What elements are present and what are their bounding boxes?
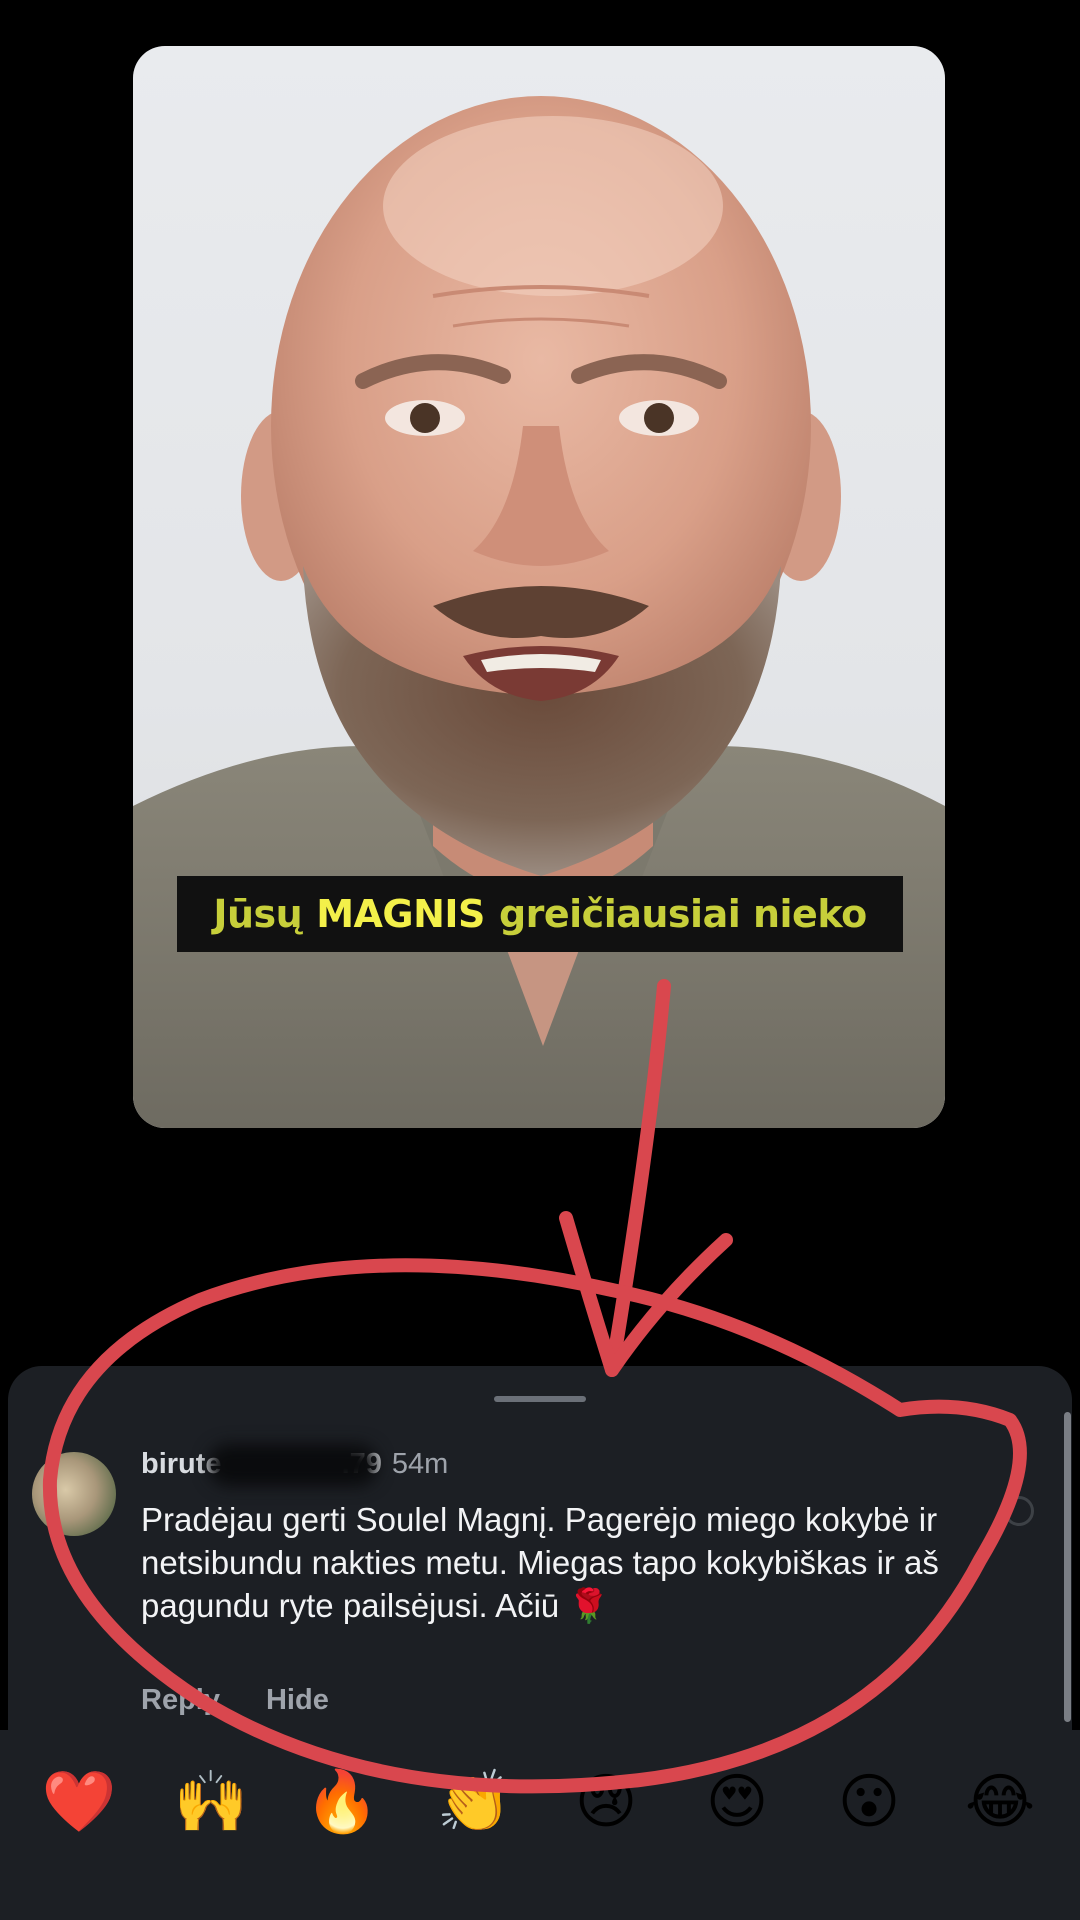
heart-eyes-reaction-icon[interactable]: 😍 — [697, 1762, 777, 1842]
hide-button[interactable]: Hide — [266, 1684, 329, 1717]
laughing-reaction-icon[interactable]: 😂 — [960, 1762, 1040, 1842]
reply-button[interactable]: Reply — [141, 1684, 220, 1717]
raised-hands-reaction-icon[interactable]: 🙌 — [171, 1762, 251, 1842]
crying-reaction-icon[interactable]: 😢 — [566, 1762, 646, 1842]
comments-scrollbar[interactable] — [1064, 1412, 1071, 1722]
clap-reaction-icon[interactable]: 👏 — [434, 1762, 514, 1842]
surprised-reaction-icon[interactable]: 😮 — [829, 1762, 909, 1842]
comment-actions: Reply Hide — [141, 1684, 329, 1717]
redaction-blur — [208, 1444, 378, 1486]
video-frame — [133, 96, 945, 1128]
avatar[interactable] — [32, 1452, 116, 1536]
screen: Jūsų MAGNIS greičiausiai nieko birute.79… — [0, 0, 1080, 1920]
quick-reactions-bar — [0, 1730, 1080, 1920]
comment-body: Pradėjau gerti Soulel Magnį. Pagerėjo mi… — [141, 1501, 939, 1624]
video-player[interactable]: Jūsų MAGNIS greičiausiai nieko — [133, 46, 945, 1128]
arrowhead — [559, 1211, 733, 1377]
video-caption: Jūsų MAGNIS greičiausiai nieko — [177, 876, 903, 952]
caption-word: greičiausiai nieko — [498, 892, 867, 936]
fire-reaction-icon[interactable]: 🔥 — [302, 1762, 382, 1842]
caption-highlight-word: MAGNIS — [316, 892, 485, 936]
like-heart-icon[interactable] — [1004, 1496, 1034, 1526]
comment-timestamp: 54m — [391, 1448, 449, 1480]
sheet-drag-handle[interactable] — [494, 1396, 586, 1402]
caption-word: Jūsų — [213, 892, 303, 936]
heart-reaction-icon[interactable]: ❤️ — [39, 1762, 119, 1842]
